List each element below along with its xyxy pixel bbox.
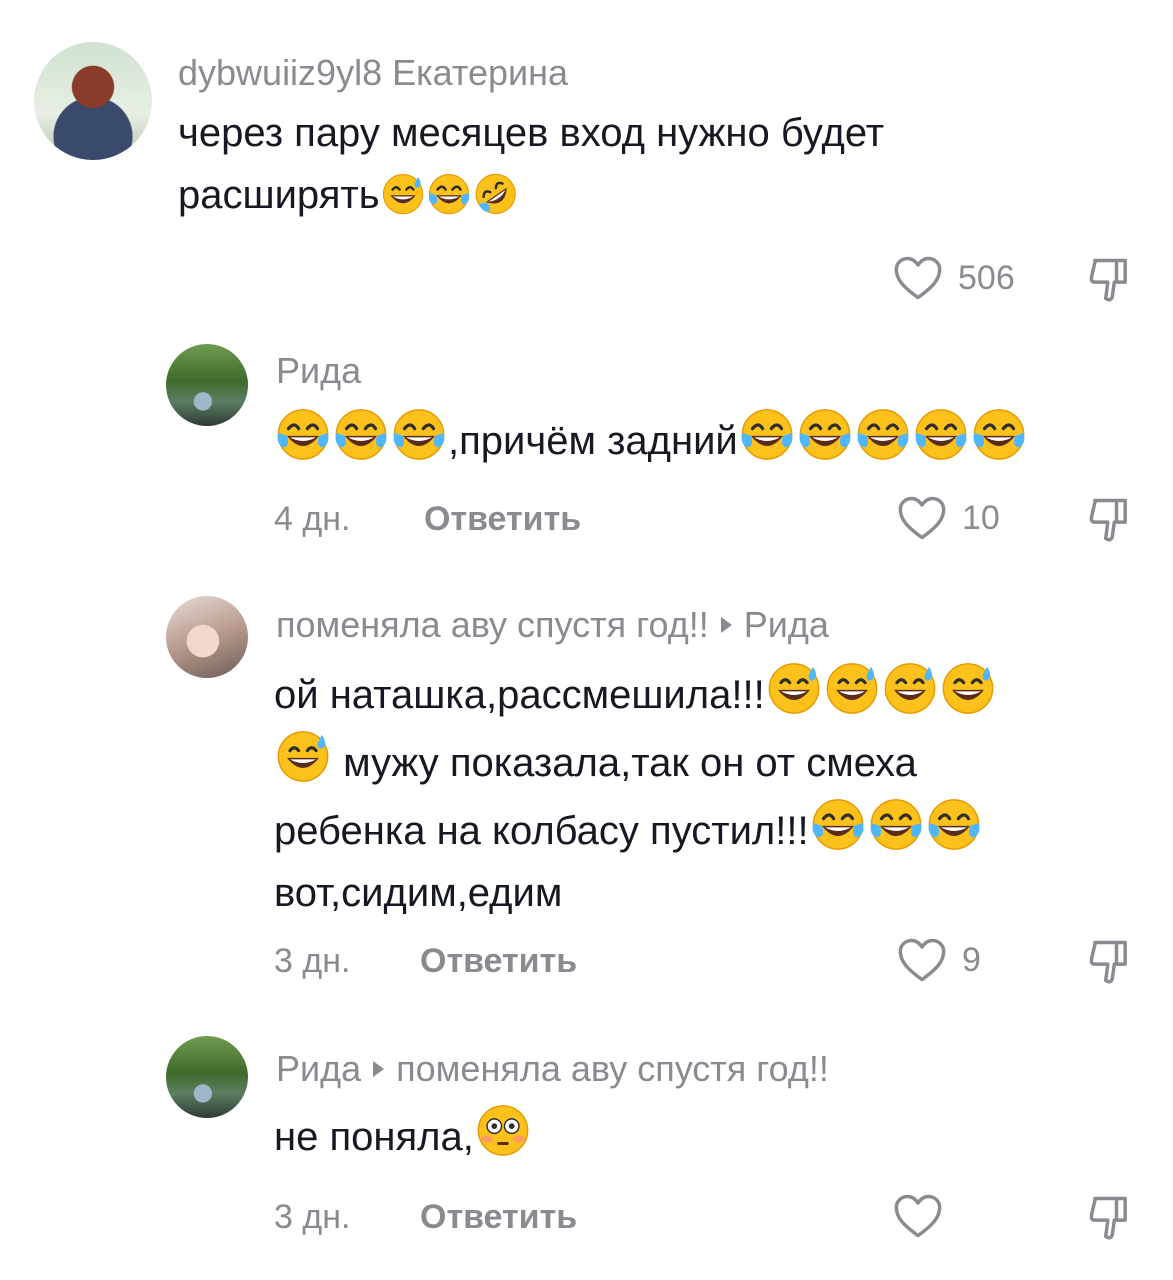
reply-button[interactable]: Ответить [420, 1198, 577, 1237]
comment-author[interactable]: поменяла аву спустя год!! [276, 604, 709, 645]
comment-time: 3 дн. [274, 1198, 351, 1236]
flushed-emoji [474, 1100, 532, 1158]
comment-username: поменяла аву спустя год!! Рида [276, 604, 829, 646]
tears-of-joy-emoji [854, 404, 912, 462]
heart-outline-icon [896, 494, 948, 542]
grinning-sweat-emoji [881, 658, 939, 716]
like-count: 506 [958, 258, 1015, 297]
thumbs-down-outline-icon[interactable] [1086, 494, 1134, 546]
comment-username: Рида поменяла аву спустя год!! [276, 1048, 829, 1090]
comment-text-line: не поняла, [274, 1115, 474, 1159]
thumbs-down-outline-icon[interactable] [1086, 936, 1134, 988]
tears-of-joy-emoji [738, 404, 796, 462]
avatar[interactable] [166, 1036, 248, 1118]
comment-text-line: ой наташка,рассмешила!!! [274, 673, 765, 717]
grinning-sweat-emoji [380, 170, 426, 216]
comment-text: через пару месяцев вход нужно будет расш… [178, 102, 884, 226]
tears-of-joy-emoji [390, 404, 448, 462]
reply-button[interactable]: Ответить [424, 500, 581, 539]
reply-arrow-icon [720, 617, 732, 634]
avatar[interactable] [166, 596, 248, 678]
heart-outline-icon [892, 1192, 944, 1240]
reply-to-user[interactable]: поменяла аву спустя год!! [396, 1048, 829, 1089]
comment-time: 4 дн. [274, 500, 351, 538]
grinning-sweat-emoji [274, 726, 332, 784]
comment-text-line: мужу показала,так он от смеха [343, 741, 917, 785]
heart-outline-icon [892, 254, 944, 302]
grinning-sweat-emoji [823, 658, 881, 716]
tears-of-joy-emoji [426, 170, 472, 216]
tears-of-joy-emoji [274, 404, 332, 462]
avatar[interactable] [34, 42, 152, 160]
comment-text: не поняла, [274, 1100, 532, 1168]
heart-outline-icon [896, 936, 948, 984]
comment-text-line: расширять [178, 173, 380, 217]
like-button[interactable]: 10 [896, 494, 1000, 542]
thumbs-down-outline-icon[interactable] [1086, 1192, 1134, 1244]
reply-to-user[interactable]: Рида [744, 604, 829, 645]
like-button[interactable]: 506 [892, 254, 1015, 302]
grinning-sweat-emoji [765, 658, 823, 716]
reply-arrow-icon [373, 1061, 385, 1078]
comment-time: 3 дн. [274, 942, 351, 980]
tears-of-joy-emoji [970, 404, 1028, 462]
reply-button[interactable]: Ответить [420, 942, 577, 981]
tears-of-joy-emoji [925, 794, 983, 852]
comment-username[interactable]: Рида [276, 350, 361, 392]
rolling-laughing-emoji [472, 170, 518, 216]
avatar[interactable] [166, 344, 248, 426]
tears-of-joy-emoji [796, 404, 854, 462]
comment-author[interactable]: Рида [276, 1048, 361, 1089]
comment-username[interactable]: dybwuiiz9yl8 Екатерина [178, 52, 568, 94]
tears-of-joy-emoji [912, 404, 970, 462]
comment-text: ой наташка,рассмешила!!! мужу показала,т… [274, 658, 997, 924]
tears-of-joy-emoji [809, 794, 867, 852]
thumbs-down-outline-icon[interactable] [1086, 254, 1134, 306]
tears-of-joy-emoji [867, 794, 925, 852]
comment-text-line: вот,сидим,едим [274, 871, 563, 915]
tears-of-joy-emoji [332, 404, 390, 462]
comment-text: ,причём задний [274, 404, 1028, 472]
comment-text-line: ребенка на колбасу пустил!!! [274, 809, 809, 853]
comment-text-line: через пару месяцев вход нужно будет [178, 111, 885, 155]
like-count: 10 [962, 498, 1000, 537]
comment-text-line: ,причём задний [448, 419, 738, 463]
like-button[interactable] [892, 1192, 944, 1240]
like-button[interactable]: 9 [896, 936, 981, 984]
grinning-sweat-emoji [939, 658, 997, 716]
like-count: 9 [962, 940, 981, 979]
